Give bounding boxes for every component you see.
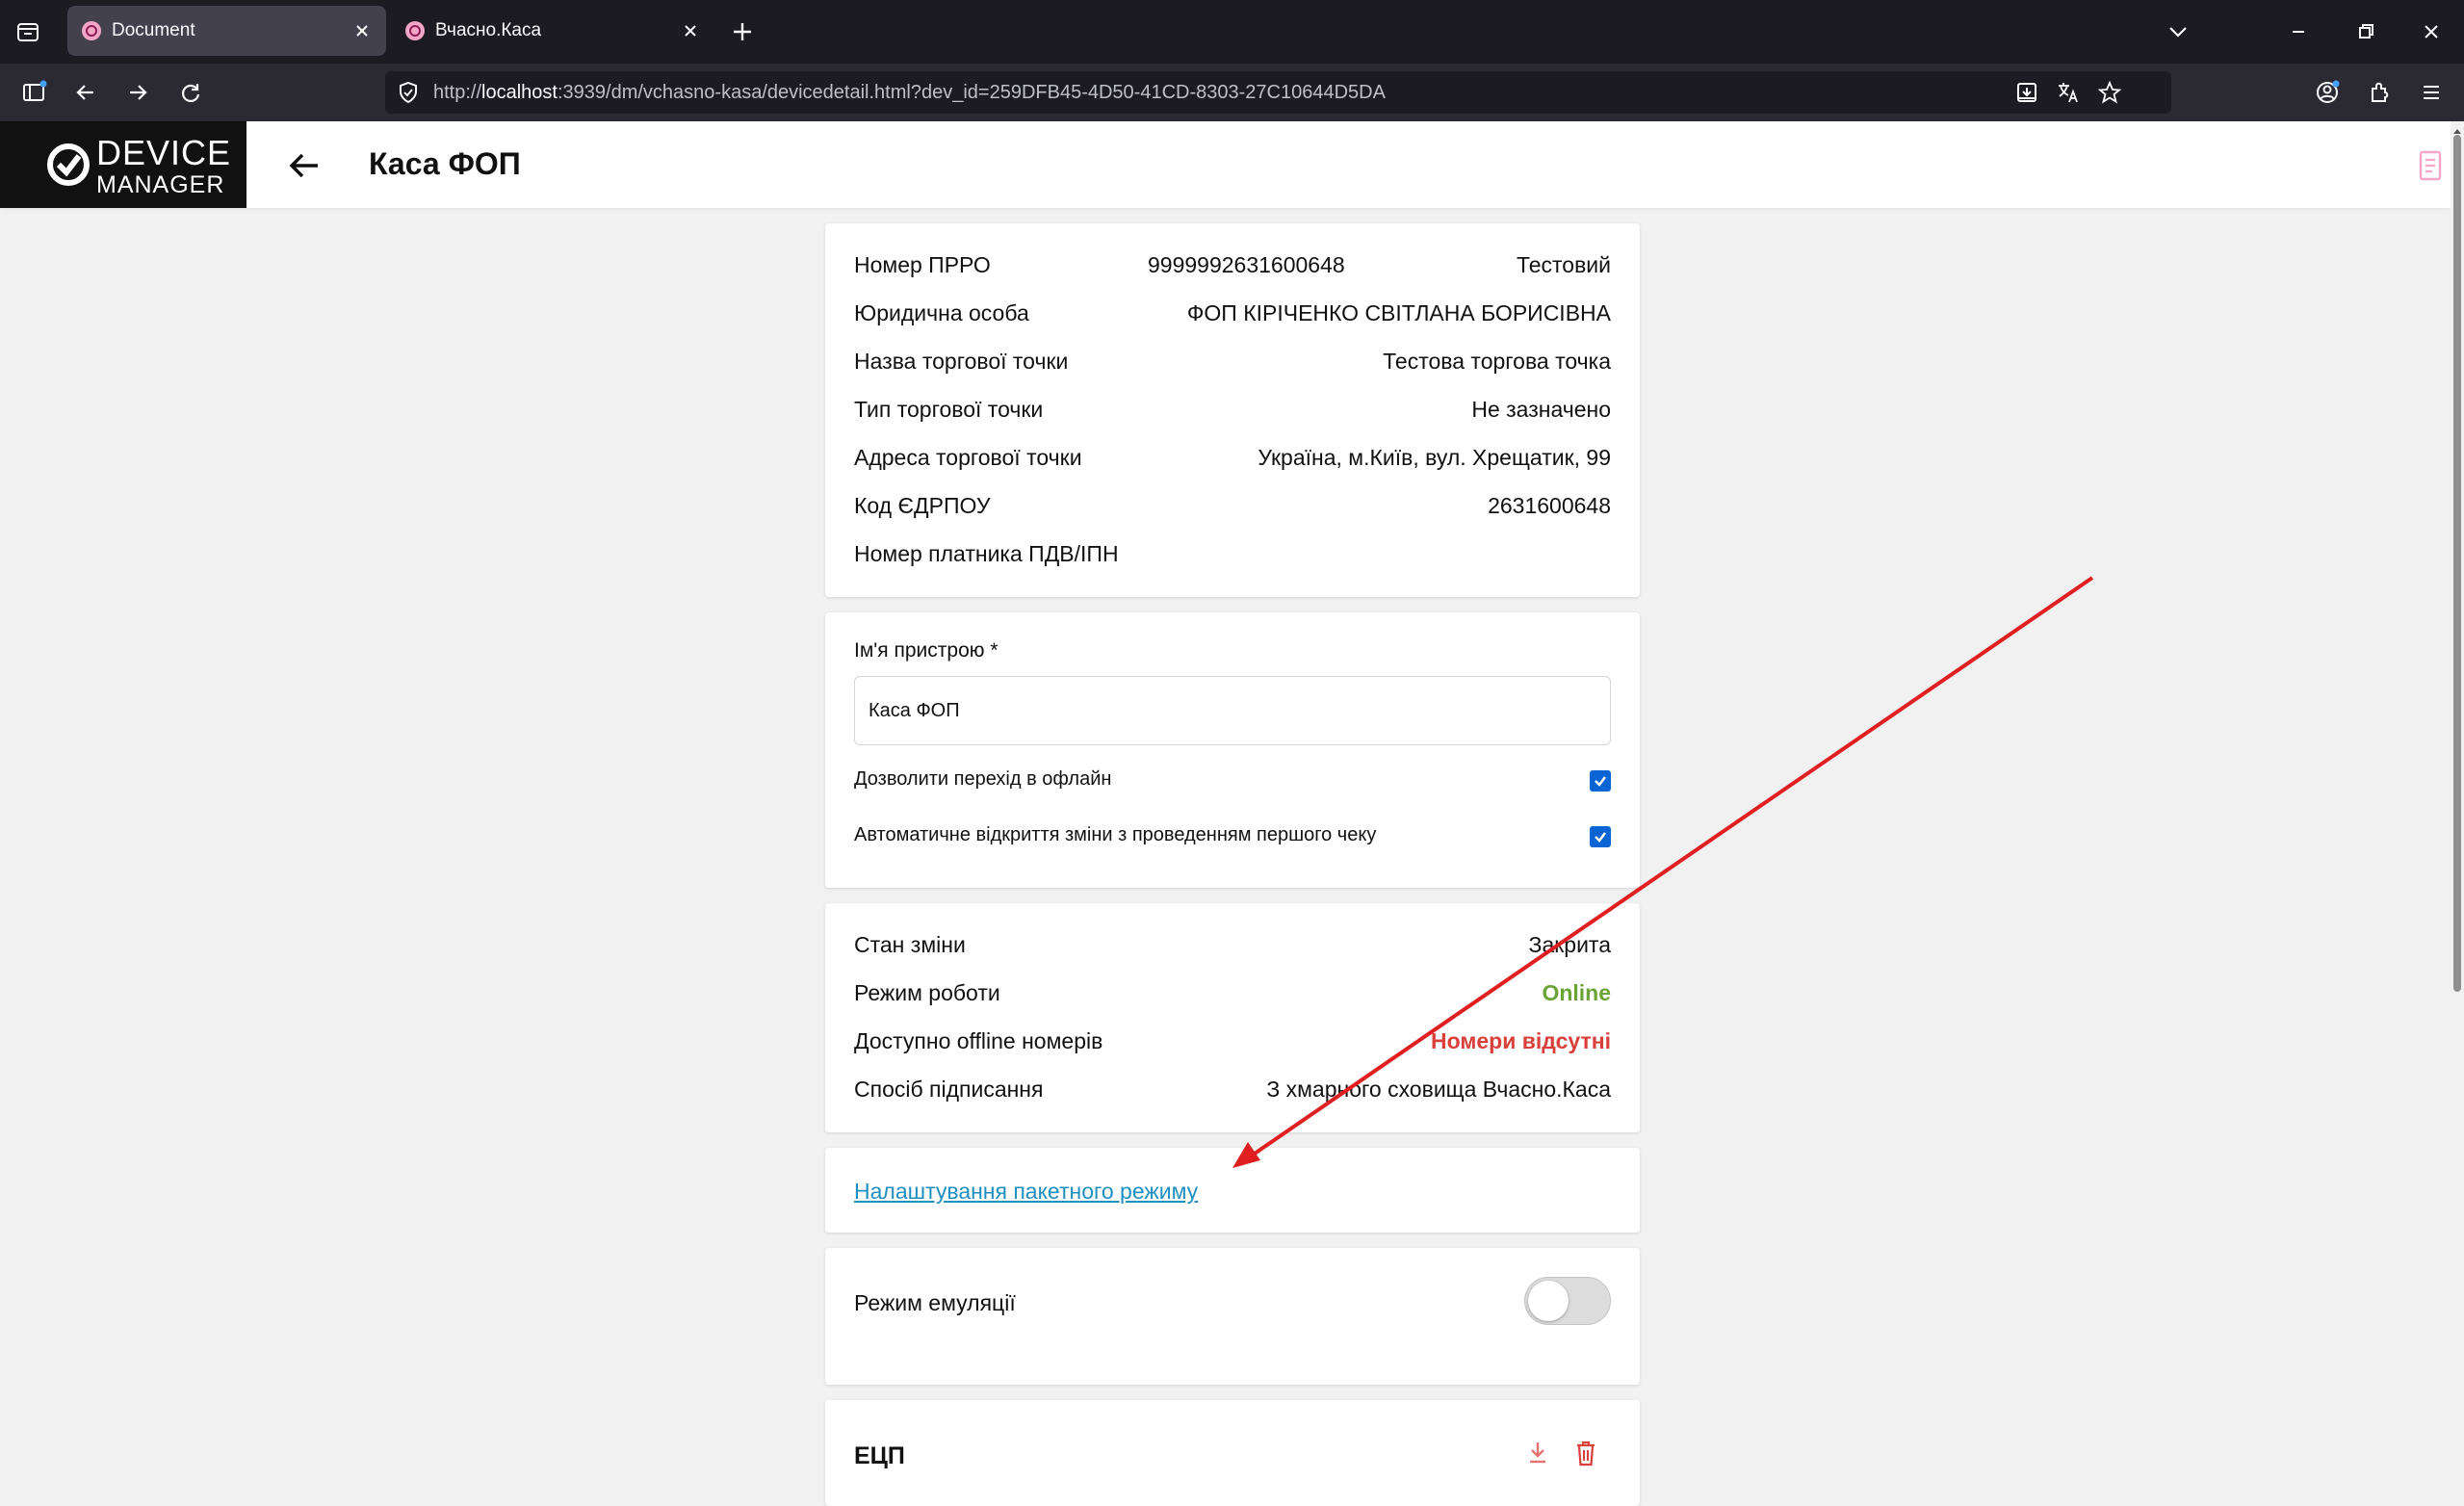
extensions-icon[interactable] bbox=[2365, 78, 2394, 107]
menu-icon[interactable] bbox=[2417, 78, 2446, 107]
status-row-mode: Режим роботи Online bbox=[854, 980, 1611, 1005]
page-title: Каса ФОП bbox=[369, 146, 521, 181]
scroll-up-icon[interactable] bbox=[2451, 123, 2463, 134]
back-arrow-icon[interactable] bbox=[287, 148, 322, 183]
info-row-store-type: Тип торгової точки Не зазначено bbox=[854, 397, 1611, 422]
device-manager-logo[interactable]: DEVICE MANAGER bbox=[0, 121, 246, 208]
info-row-store-address: Адреса торгової точки Україна, м.Київ, в… bbox=[854, 445, 1611, 470]
toggle-knob bbox=[1528, 1281, 1569, 1321]
app-header: DEVICE MANAGER Каса ФОП bbox=[0, 121, 2451, 208]
url-text: http://localhost:3939/dm/vchasno-kasa/de… bbox=[433, 82, 1386, 103]
info-row-store-name: Назва торгової точки Тестова торгова точ… bbox=[854, 349, 1611, 374]
vchasno-favicon-icon bbox=[81, 20, 102, 41]
check-circle-icon bbox=[44, 141, 92, 189]
translate-icon[interactable] bbox=[2056, 80, 2081, 105]
url-bar[interactable]: http://localhost:3939/dm/vchasno-kasa/de… bbox=[385, 71, 2171, 114]
device-name-label: Ім'я пристрою * bbox=[854, 639, 999, 662]
batch-mode-settings-link[interactable]: Налаштування пакетного режиму bbox=[854, 1179, 1198, 1205]
browser-nav-bar: http://localhost:3939/dm/vchasno-kasa/de… bbox=[0, 64, 2464, 121]
auto-open-shift-row[interactable]: Автоматичне відкриття зміни з проведення… bbox=[854, 822, 1611, 851]
minimize-icon[interactable] bbox=[2284, 17, 2313, 46]
sidebar-toggle-icon[interactable] bbox=[19, 78, 48, 107]
tab-title: Вчасно.Каса bbox=[435, 20, 542, 40]
info-row-vat-number: Номер платника ПДВ/ІПН bbox=[854, 541, 1119, 566]
tab-title: Document bbox=[112, 20, 195, 40]
logo-text-manager: MANAGER bbox=[96, 171, 225, 198]
shield-icon[interactable] bbox=[397, 81, 420, 104]
allow-offline-row[interactable]: Дозволити перехід в офлайн bbox=[854, 766, 1611, 795]
tab-document[interactable]: Document bbox=[67, 6, 386, 56]
emulation-card: Режим емуляції bbox=[825, 1248, 1640, 1385]
vchasno-favicon-icon bbox=[404, 20, 426, 41]
trash-icon[interactable] bbox=[1572, 1439, 1599, 1467]
document-icon[interactable] bbox=[2417, 150, 2444, 181]
online-status-badge: Online bbox=[1542, 980, 1611, 1005]
ecp-card: ЕЦП bbox=[825, 1400, 1640, 1506]
device-status-card: Стан зміни Закрита Режим роботи Online Д… bbox=[825, 903, 1640, 1132]
info-row-legal-entity: Юридична особа ФОП КІРІЧЕНКО СВІТЛАНА БО… bbox=[854, 300, 1611, 325]
status-row-shift: Стан зміни Закрита bbox=[854, 932, 1611, 957]
info-row-edrpou: Код ЄДРПОУ 2631600648 bbox=[854, 493, 1611, 518]
tab-vchasno-kasa[interactable]: Вчасно.Каса bbox=[391, 6, 714, 56]
back-icon[interactable] bbox=[71, 78, 100, 107]
download-page-icon[interactable] bbox=[2014, 80, 2039, 105]
reload-icon[interactable] bbox=[176, 78, 205, 107]
device-info-card: Номер ПРРО 9999992631600648 Тестовий Юри… bbox=[825, 223, 1640, 597]
status-row-offline-numbers: Доступно offline номерів Номери відсутні bbox=[854, 1028, 1611, 1053]
emulation-label-row: Режим емуляції bbox=[854, 1290, 1016, 1315]
forward-icon[interactable] bbox=[123, 78, 152, 107]
allow-offline-checkbox[interactable] bbox=[1590, 770, 1611, 792]
close-icon[interactable] bbox=[351, 20, 373, 41]
scrollbar-thumb[interactable] bbox=[2453, 135, 2461, 992]
new-tab-plus-icon[interactable] bbox=[730, 19, 755, 44]
status-row-signing: Спосіб підписання З хмарного сховища Вча… bbox=[854, 1077, 1611, 1102]
bookmark-star-icon[interactable] bbox=[2097, 80, 2122, 105]
device-settings-card: Ім'я пристрою * Дозволити перехід в офла… bbox=[825, 612, 1640, 888]
logo-text-device: DEVICE bbox=[96, 133, 232, 172]
batch-mode-card: Налаштування пакетного режиму bbox=[825, 1148, 1640, 1233]
device-name-input[interactable] bbox=[854, 676, 1611, 745]
offline-numbers-status: Номери відсутні bbox=[1431, 1028, 1611, 1053]
emulation-toggle[interactable] bbox=[1524, 1277, 1611, 1325]
window-close-icon[interactable] bbox=[2417, 17, 2446, 46]
close-icon[interactable] bbox=[680, 20, 701, 41]
restore-icon[interactable] bbox=[2351, 17, 2380, 46]
browser-tab-bar: Document Вчасно.Каса bbox=[0, 0, 2464, 64]
info-row-prro: Номер ПРРО 9999992631600648 Тестовий bbox=[854, 252, 1611, 277]
auto-open-shift-checkbox[interactable] bbox=[1590, 826, 1611, 847]
chevron-down-icon[interactable] bbox=[2164, 17, 2192, 46]
download-icon[interactable] bbox=[1524, 1439, 1551, 1467]
account-icon[interactable] bbox=[2313, 78, 2342, 107]
tab-list-icon[interactable] bbox=[13, 17, 42, 46]
